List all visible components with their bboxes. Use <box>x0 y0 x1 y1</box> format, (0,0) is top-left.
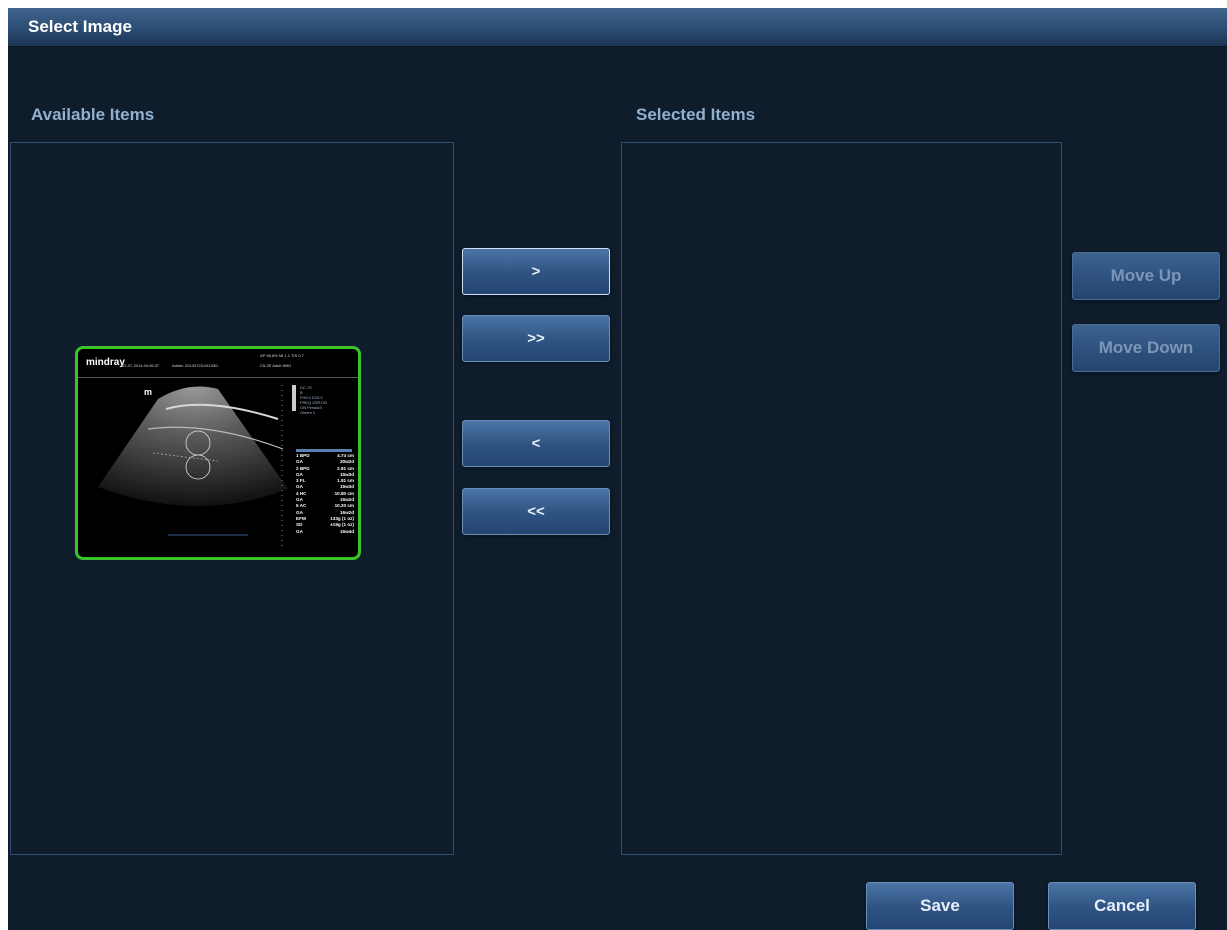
selected-items-list[interactable] <box>621 142 1062 855</box>
gray-bar <box>292 385 296 411</box>
save-button[interactable]: Save <box>866 882 1014 930</box>
available-items-list[interactable]: mindray 22-07-2014 04:06:37 Admin 201407… <box>10 142 454 855</box>
measurement-results: 1 BPD 4.74 cm GA 20w2d 2 BPD 2.91 cm GA 15w3… <box>296 453 354 535</box>
ultrasound-image: mindray 22-07-2014 04:06:37 Admin 201407… <box>78 349 358 557</box>
add-all-button[interactable]: >> <box>462 315 610 362</box>
dialog-title: Select Image <box>28 17 132 36</box>
move-up-button[interactable]: Move Up <box>1072 252 1220 300</box>
title-bar: Select Image <box>8 8 1227 47</box>
move-down-button[interactable]: Move Down <box>1072 324 1220 372</box>
remove-button[interactable]: < <box>462 420 610 467</box>
image-thumbnail[interactable]: mindray 22-07-2014 04:06:37 Admin 201407… <box>75 346 361 560</box>
measurement-value: 15w4d <box>339 528 354 534</box>
remove-all-button[interactable]: << <box>462 488 610 535</box>
available-items-label: Available Items <box>31 105 155 124</box>
select-image-dialog: Select Image Available Items Selected It… <box>8 8 1227 930</box>
add-button[interactable]: > <box>462 248 610 295</box>
measurement-label: GA <box>296 528 303 534</box>
cancel-button[interactable]: Cancel <box>1048 882 1196 930</box>
results-header-bar <box>296 449 352 452</box>
imaging-parameters: DC-70 B FH5.0 D15.0 FREQ 2DR130 GN Persi… <box>300 385 327 415</box>
measurement-row: GA 15w4d <box>296 529 354 535</box>
selected-items-label: Selected Items <box>636 105 756 124</box>
param-line: Gleam 1 <box>300 410 316 415</box>
